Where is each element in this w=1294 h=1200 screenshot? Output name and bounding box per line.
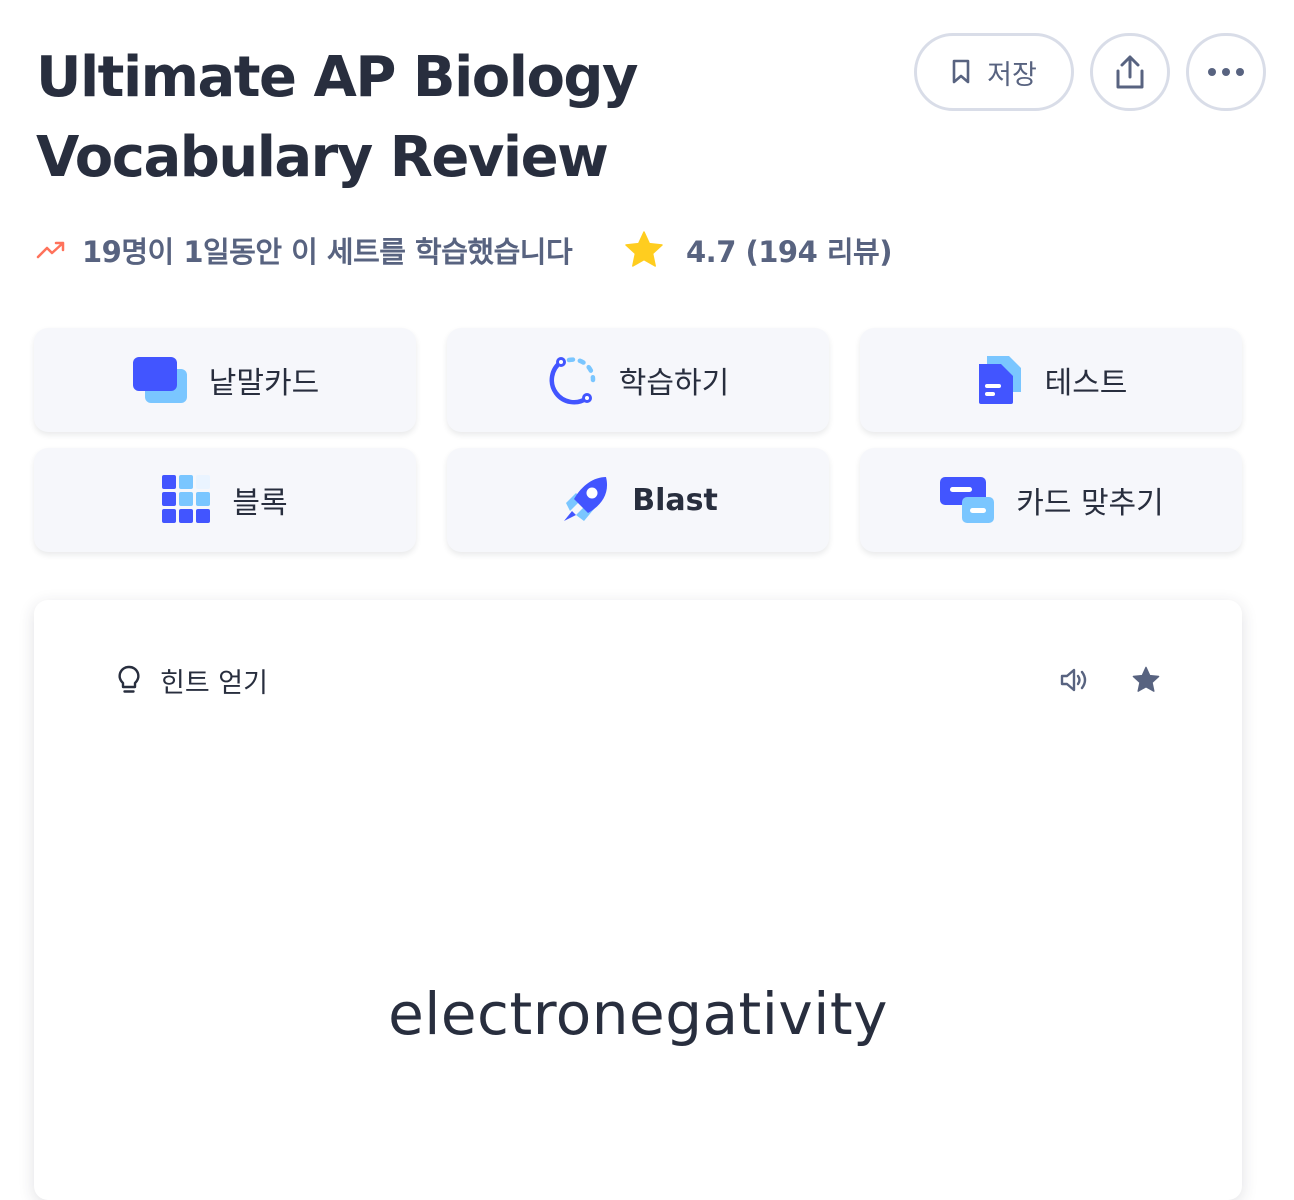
mode-label: 낱말카드 bbox=[208, 366, 320, 401]
flashcard[interactable]: 힌트 얻기 electronegativity bbox=[34, 600, 1242, 1200]
more-dots-icon bbox=[1207, 67, 1245, 77]
get-hint-button[interactable]: 힌트 얻기 bbox=[116, 658, 268, 702]
lightbulb-icon bbox=[116, 664, 142, 696]
rocket-icon bbox=[558, 473, 612, 527]
save-label: 저장 bbox=[987, 59, 1037, 91]
mode-label: 테스트 bbox=[1044, 366, 1128, 401]
blocks-icon bbox=[162, 475, 212, 525]
share-icon bbox=[1113, 53, 1147, 91]
mode-test-button[interactable]: 테스트 bbox=[860, 328, 1242, 432]
set-title-line2: Vocabulary Review bbox=[36, 125, 609, 190]
study-trend-text: 19명이 1일동안 이 세트를 학습했습니다 bbox=[82, 235, 573, 269]
mode-label: 블록 bbox=[232, 486, 288, 521]
audio-button[interactable] bbox=[1052, 658, 1096, 702]
set-title: Ultimate AP Biology Vocabulary Review bbox=[36, 38, 776, 198]
test-icon bbox=[975, 354, 1025, 406]
mode-blast-button[interactable]: Blast bbox=[447, 448, 829, 552]
rating-text: 4.7 (194 리뷰) bbox=[686, 235, 892, 269]
share-button[interactable] bbox=[1090, 33, 1170, 111]
card-term: electronegativity bbox=[388, 980, 888, 1048]
more-options-button[interactable] bbox=[1186, 33, 1266, 111]
learn-icon bbox=[547, 354, 599, 406]
match-icon bbox=[938, 475, 996, 525]
star-term-button[interactable] bbox=[1124, 658, 1168, 702]
mode-label: 학습하기 bbox=[618, 366, 730, 401]
bookmark-icon bbox=[951, 59, 971, 85]
mode-label: Blast bbox=[632, 482, 718, 518]
mode-label: 카드 맞추기 bbox=[1016, 486, 1164, 521]
mode-match-button[interactable]: 카드 맞추기 bbox=[860, 448, 1242, 552]
mode-blocks-button[interactable]: 블록 bbox=[34, 448, 416, 552]
trending-up-icon bbox=[36, 240, 66, 260]
save-button[interactable]: 저장 bbox=[914, 33, 1074, 111]
flashcards-icon bbox=[131, 355, 189, 405]
mode-learn-button[interactable]: 학습하기 bbox=[447, 328, 829, 432]
star-icon bbox=[624, 230, 664, 270]
rating[interactable]: 4.7 (194 리뷰) bbox=[624, 228, 892, 272]
speaker-icon bbox=[1059, 667, 1089, 693]
mode-flashcards-button[interactable]: 낱말카드 bbox=[34, 328, 416, 432]
hint-label: 힌트 얻기 bbox=[160, 667, 268, 699]
study-trend: 19명이 1일동안 이 세트를 학습했습니다 bbox=[36, 228, 573, 272]
set-title-line1: Ultimate AP Biology bbox=[36, 45, 639, 110]
star-icon bbox=[1132, 666, 1160, 694]
